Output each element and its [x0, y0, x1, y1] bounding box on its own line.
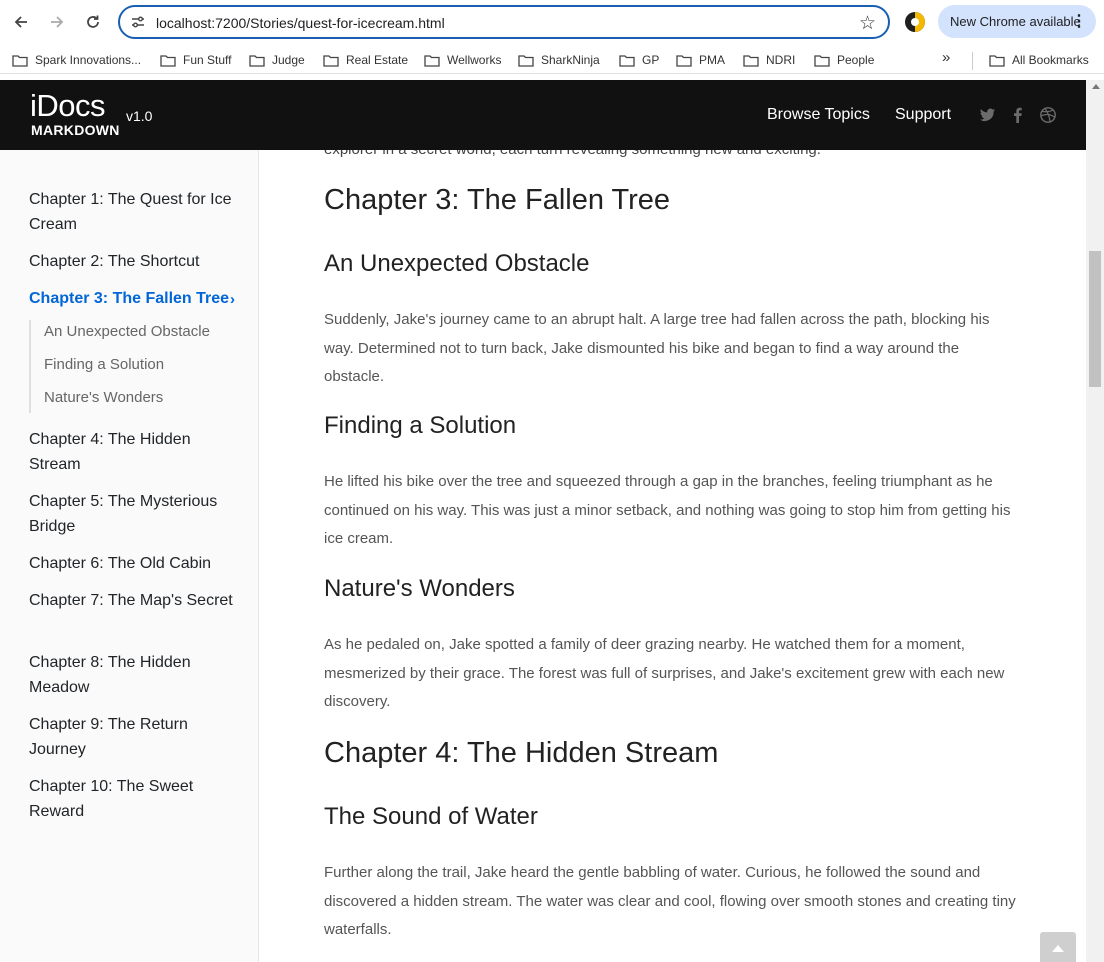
bookmark-item[interactable]: NDRI [743, 51, 795, 69]
bookmark-label: Wellworks [447, 53, 502, 67]
folder-icon [619, 54, 635, 67]
nav-support[interactable]: Support [895, 106, 951, 124]
bookmarks-divider [972, 52, 973, 70]
bookmark-label: Judge [272, 53, 305, 67]
more-bookmarks-icon[interactable]: » [942, 49, 950, 66]
bookmark-label: Real Estate [346, 53, 409, 67]
sidebar-item-chapter-3[interactable]: Chapter 3: The Fallen Tree [29, 286, 234, 311]
folder-icon [518, 54, 534, 67]
paragraph-natures-wonders: As he pedaled on, Jake spotted a family … [324, 636, 1005, 711]
bookmark-label: GP [642, 53, 660, 67]
scroll-up-arrow-icon[interactable] [1092, 84, 1100, 89]
sidebar-item-chapter-6[interactable]: Chapter 6: The Old Cabin [29, 551, 234, 576]
sidebar-subitem-finding-solution[interactable]: Finding a Solution [44, 355, 164, 375]
bookmark-item[interactable]: Real Estate [323, 51, 408, 69]
sidebar-item-chapter-9[interactable]: Chapter 9: The Return Journey [29, 712, 234, 762]
update-chrome-button[interactable]: New Chrome available ⋮ [938, 5, 1096, 38]
paragraph-sound-of-water: Further along the trail, Jake heard the … [324, 864, 1016, 939]
chapter-4-heading: Chapter 4: The Hidden Stream [324, 737, 719, 769]
logo[interactable]: iDocs [30, 90, 106, 121]
reload-icon[interactable] [81, 10, 105, 34]
bookmark-item[interactable]: Spark Innovations... [12, 51, 141, 69]
scrollbar-thumb[interactable] [1089, 251, 1101, 387]
site-settings-icon[interactable] [130, 14, 146, 30]
folder-icon [676, 54, 692, 67]
folder-icon [743, 54, 759, 67]
nav-browse-topics[interactable]: Browse Topics [767, 106, 870, 124]
folder-icon [12, 54, 28, 67]
folder-icon [323, 54, 339, 67]
section-heading-finding-solution: Finding a Solution [324, 412, 517, 439]
twitter-icon[interactable] [979, 106, 997, 124]
sidebar-item-chapter-7[interactable]: Chapter 7: The Map's Secret [29, 588, 234, 613]
section-heading-unexpected-obstacle: An Unexpected Obstacle [324, 250, 590, 277]
folder-icon [989, 54, 1005, 67]
sidebar-item-chapter-5[interactable]: Chapter 5: The Mysterious Bridge [29, 489, 234, 539]
bookmark-label: NDRI [766, 53, 796, 67]
extension-icon[interactable] [904, 11, 926, 33]
bookmark-label: PMA [699, 53, 726, 67]
paragraph-finding-solution: He lifted his bike over the tree and squ… [324, 473, 1011, 548]
page-scrollbar[interactable] [1086, 80, 1104, 962]
bookmark-label: Fun Stuff [183, 53, 232, 67]
bookmark-item[interactable]: GP [619, 51, 659, 69]
chapter-3-heading: Chapter 3: The Fallen Tree [324, 184, 671, 216]
more-menu-icon[interactable]: ⋮ [1071, 11, 1087, 31]
logo-subtitle: MARKDOWN [31, 122, 120, 138]
bookmark-label: SharkNinja [541, 53, 600, 67]
chevron-up-icon [1052, 945, 1064, 952]
sidebar-item-chapter-8[interactable]: Chapter 8: The Hidden Meadow [29, 650, 234, 700]
bookmark-label: People [837, 53, 875, 67]
version-label: v1.0 [126, 108, 153, 124]
facebook-icon[interactable] [1009, 106, 1027, 124]
bookmark-label: Spark Innovations... [35, 53, 142, 67]
chevron-right-icon: › [230, 291, 235, 308]
back-icon[interactable] [9, 10, 33, 34]
update-label: New Chrome available [950, 14, 1081, 29]
bookmark-item[interactable]: Wellworks [424, 51, 501, 69]
back-to-top-button[interactable] [1040, 932, 1076, 962]
folder-icon [160, 54, 176, 67]
bookmark-item[interactable]: Judge [249, 51, 305, 69]
all-bookmarks-button[interactable]: All Bookmarks [989, 51, 1089, 69]
forward-icon[interactable] [45, 10, 69, 34]
sidebar-item-chapter-10[interactable]: Chapter 10: The Sweet Reward [29, 774, 234, 824]
folder-icon [424, 54, 440, 67]
bookmark-item[interactable]: SharkNinja [518, 51, 600, 69]
folder-icon [249, 54, 265, 67]
bookmark-item[interactable]: People [814, 51, 874, 69]
paragraph-unexpected-obstacle: Suddenly, Jake's journey came to an abru… [324, 311, 990, 386]
section-heading-sound-of-water: The Sound of Water [324, 803, 538, 830]
sidebar-subitem-unexpected-obstacle[interactable]: An Unexpected Obstacle [44, 322, 210, 342]
bookmark-item[interactable]: PMA [676, 51, 725, 69]
url-text[interactable]: localhost:7200/Stories/quest-for-icecrea… [156, 15, 445, 31]
folder-icon [814, 54, 830, 67]
dribbble-icon[interactable] [1039, 106, 1057, 124]
sidebar-subitem-natures-wonders[interactable]: Nature's Wonders [44, 388, 163, 408]
bookmarks-bar: Spark Innovations... Fun Stuff Judge Rea… [0, 44, 1104, 74]
sidebar-item-chapter-1[interactable]: Chapter 1: The Quest for Ice Cream [29, 187, 234, 237]
sub-nav-rule [29, 320, 31, 413]
all-bookmarks-label: All Bookmarks [1012, 53, 1089, 67]
sidebar-item-chapter-2[interactable]: Chapter 2: The Shortcut [29, 249, 234, 274]
bookmark-item[interactable]: Fun Stuff [160, 51, 231, 69]
browser-toolbar: localhost:7200/Stories/quest-for-icecrea… [0, 0, 1104, 44]
bookmark-star-icon[interactable]: ☆ [859, 12, 876, 35]
section-heading-natures-wonders: Nature's Wonders [324, 575, 515, 602]
address-bar[interactable]: localhost:7200/Stories/quest-for-icecrea… [118, 5, 890, 39]
sidebar-item-chapter-4[interactable]: Chapter 4: The Hidden Stream [29, 427, 234, 477]
